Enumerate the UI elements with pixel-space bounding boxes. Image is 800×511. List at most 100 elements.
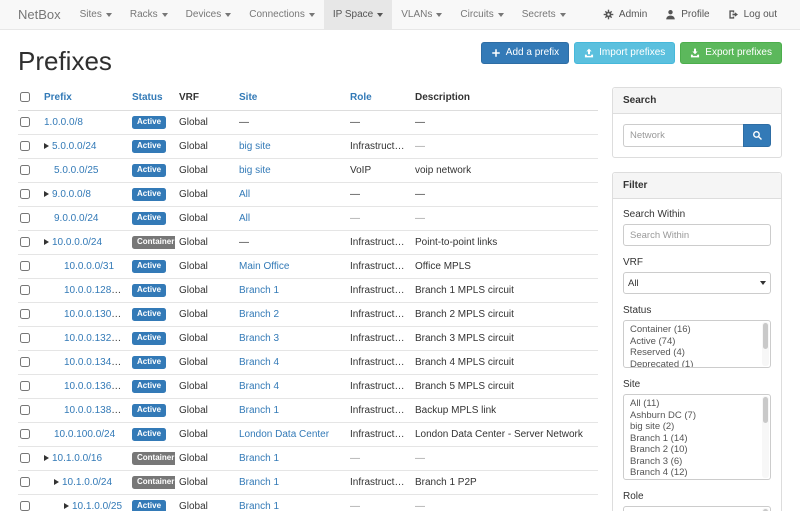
site-link[interactable]: Branch 1 xyxy=(239,501,279,511)
prefix-link[interactable]: 1.0.0.0/8 xyxy=(44,117,83,128)
listbox-option[interactable]: Branch 2 (10) xyxy=(630,444,758,456)
nav-item-sites[interactable]: Sites xyxy=(71,0,121,29)
site-link[interactable]: Main Office xyxy=(239,261,289,272)
row-checkbox[interactable] xyxy=(20,261,30,271)
scrollbar-thumb[interactable] xyxy=(763,397,768,423)
vrf-select[interactable]: All xyxy=(623,272,771,294)
description-cell: Branch 1 P2P xyxy=(411,471,598,495)
caret-down-icon xyxy=(225,13,231,17)
site-link[interactable]: All xyxy=(239,189,250,200)
role-listbox[interactable]: Infrastructure (25)Management (8)Private… xyxy=(623,506,771,511)
listbox-option[interactable]: All (11) xyxy=(630,398,758,410)
export-prefixes-button[interactable]: Export prefixes xyxy=(680,42,782,64)
prefix-link[interactable]: 9.0.0.0/24 xyxy=(54,213,98,224)
prefix-link[interactable]: 9.0.0.0/8 xyxy=(52,189,91,200)
row-checkbox[interactable] xyxy=(20,453,30,463)
site-link[interactable]: Branch 3 xyxy=(239,333,279,344)
nav-item-racks[interactable]: Racks xyxy=(121,0,177,29)
listbox-scrollbar[interactable] xyxy=(762,322,769,366)
prefix-link[interactable]: 5.0.0.0/24 xyxy=(52,141,96,152)
site-cell: Main Office xyxy=(235,255,346,279)
row-checkbox[interactable] xyxy=(20,285,30,295)
prefix-link[interactable]: 10.0.0.0/24 xyxy=(52,237,102,248)
listbox-option[interactable]: Branch 4 (12) xyxy=(630,467,758,479)
prefix-link[interactable]: 10.1.0.0/24 xyxy=(62,477,112,488)
search-within-input[interactable] xyxy=(623,224,771,246)
prefix-link[interactable]: 10.0.0.132/31 xyxy=(64,333,125,344)
role-cell: Infrastructure xyxy=(346,255,411,279)
search-input[interactable] xyxy=(623,124,743,147)
row-checkbox[interactable] xyxy=(20,189,30,199)
row-checkbox[interactable] xyxy=(20,117,30,127)
role-cell: Infrastructure xyxy=(346,279,411,303)
listbox-option[interactable]: Deprecated (1) xyxy=(630,359,758,369)
status-badge: Active xyxy=(132,116,166,129)
nav-item-ip-space[interactable]: IP Space xyxy=(324,0,392,29)
prefix-link[interactable]: 10.1.0.0/25 xyxy=(72,501,122,511)
prefix-link[interactable]: 10.0.0.138/31 xyxy=(64,405,125,416)
row-checkbox[interactable] xyxy=(20,501,30,511)
column-header-role[interactable]: Role xyxy=(346,87,411,111)
listbox-option[interactable]: Reserved (4) xyxy=(630,347,758,359)
nav-item-vlans[interactable]: VLANs xyxy=(392,0,451,29)
row-checkbox[interactable] xyxy=(20,333,30,343)
nav-item-log-out[interactable]: Log out xyxy=(719,0,786,29)
listbox-option[interactable]: Container (16) xyxy=(630,324,758,336)
listbox-option[interactable]: Branch 5 (7) xyxy=(630,479,758,481)
prefix-link[interactable]: 10.0.0.136/31 xyxy=(64,381,125,392)
site-cell: Branch 1 xyxy=(235,495,346,511)
row-checkbox[interactable] xyxy=(20,213,30,223)
nav-item-devices[interactable]: Devices xyxy=(177,0,241,29)
listbox-option[interactable]: Branch 3 (6) xyxy=(630,456,758,468)
nav-item-connections[interactable]: Connections xyxy=(240,0,324,29)
nav-item-admin[interactable]: Admin xyxy=(594,0,656,29)
search-button[interactable] xyxy=(743,124,771,147)
site-link[interactable]: Branch 1 xyxy=(239,285,279,296)
site-link[interactable]: London Data Center xyxy=(239,429,329,440)
site-link[interactable]: Branch 1 xyxy=(239,453,279,464)
row-checkbox[interactable] xyxy=(20,381,30,391)
site-link[interactable]: Branch 1 xyxy=(239,405,279,416)
import-prefixes-button[interactable]: Import prefixes xyxy=(574,42,675,64)
prefix-link[interactable]: 10.0.0.134/31 xyxy=(64,357,125,368)
site-link[interactable]: Branch 4 xyxy=(239,381,279,392)
row-checkbox[interactable] xyxy=(20,237,30,247)
add-a-prefix-button[interactable]: Add a prefix xyxy=(481,42,569,64)
listbox-scrollbar[interactable] xyxy=(762,396,769,478)
row-checkbox[interactable] xyxy=(20,477,30,487)
column-header-status[interactable]: Status xyxy=(128,87,175,111)
row-checkbox[interactable] xyxy=(20,405,30,415)
column-header-prefix[interactable]: Prefix xyxy=(40,87,128,111)
column-header-site[interactable]: Site xyxy=(235,87,346,111)
netbox-brand[interactable]: NetBox xyxy=(14,0,71,29)
site-link[interactable]: Branch 2 xyxy=(239,309,279,320)
status-listbox[interactable]: Container (16)Active (74)Reserved (4)Dep… xyxy=(623,320,771,368)
row-checkbox[interactable] xyxy=(20,141,30,151)
top-navbar: NetBox SitesRacksDevicesConnectionsIP Sp… xyxy=(0,0,800,30)
listbox-option[interactable]: big site (2) xyxy=(630,421,758,433)
nav-item-circuits[interactable]: Circuits xyxy=(451,0,512,29)
site-link[interactable]: All xyxy=(239,213,250,224)
prefix-link[interactable]: 10.0.0.128/31 xyxy=(64,285,125,296)
listbox-option[interactable]: Ashburn DC (7) xyxy=(630,410,758,422)
prefix-link[interactable]: 10.0.100.0/24 xyxy=(54,429,115,440)
nav-item-secrets[interactable]: Secrets xyxy=(513,0,575,29)
prefix-link[interactable]: 5.0.0.0/25 xyxy=(54,165,98,176)
row-checkbox[interactable] xyxy=(20,309,30,319)
nav-item-profile[interactable]: Profile xyxy=(656,0,718,29)
site-listbox[interactable]: All (11)Ashburn DC (7)big site (2)Branch… xyxy=(623,394,771,480)
scrollbar-thumb[interactable] xyxy=(763,323,768,349)
row-checkbox[interactable] xyxy=(20,357,30,367)
listbox-option[interactable]: Active (74) xyxy=(630,336,758,348)
prefix-link[interactable]: 10.0.0.0/31 xyxy=(64,261,114,272)
select-all-checkbox[interactable] xyxy=(20,92,30,102)
prefix-link[interactable]: 10.1.0.0/16 xyxy=(52,453,102,464)
prefix-link[interactable]: 10.0.0.130/31 xyxy=(64,309,125,320)
row-checkbox[interactable] xyxy=(20,165,30,175)
site-link[interactable]: big site xyxy=(239,141,271,152)
site-link[interactable]: Branch 4 xyxy=(239,357,279,368)
site-link[interactable]: Branch 1 xyxy=(239,477,279,488)
listbox-option[interactable]: Branch 1 (14) xyxy=(630,433,758,445)
site-link[interactable]: big site xyxy=(239,165,271,176)
row-checkbox[interactable] xyxy=(20,429,30,439)
